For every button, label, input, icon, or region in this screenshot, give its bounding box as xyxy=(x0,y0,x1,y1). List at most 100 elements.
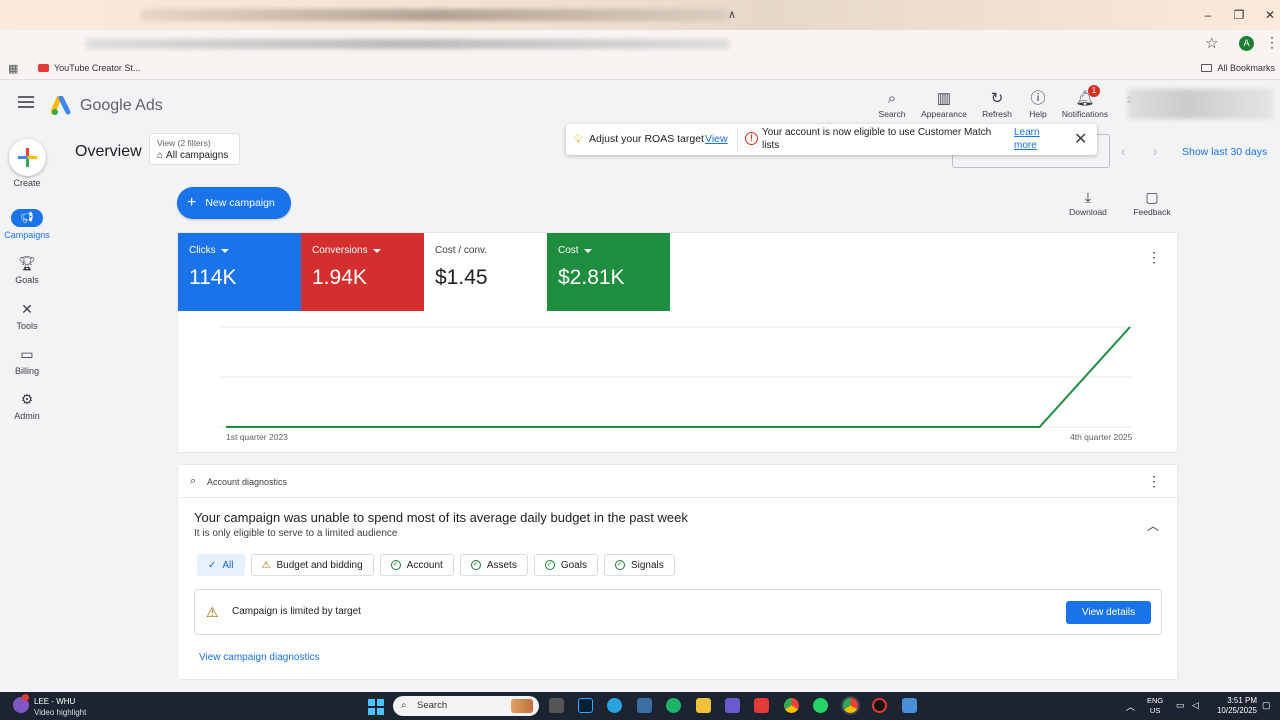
region-code: US xyxy=(1149,706,1161,715)
campaigns-icon[interactable]: 📢︎ xyxy=(11,209,43,227)
close-window-button[interactable]: ✕ xyxy=(1256,6,1280,24)
chevron-up-icon[interactable]: ︿ xyxy=(1147,517,1159,534)
x-tick-label-start: 1st quarter 2023 xyxy=(226,432,288,442)
chrome-active-icon[interactable] xyxy=(843,698,858,713)
metric-tile-cost[interactable]: Cost $2.81K xyxy=(547,233,670,311)
chip-assets[interactable]: ✓ Assets xyxy=(459,554,528,576)
goals-label[interactable]: Goals xyxy=(0,275,54,285)
tray-chevron-icon[interactable]: ︿ xyxy=(1126,700,1135,713)
url-field[interactable] xyxy=(85,39,730,49)
show-last-30-days-link[interactable]: Show last 30 days xyxy=(1182,146,1267,158)
metric-value: 1.94K xyxy=(312,266,367,289)
chart-more-icon[interactable]: ⋮ xyxy=(1147,249,1161,266)
new-campaign-button[interactable]: + New campaign xyxy=(177,187,291,219)
clock[interactable]: 3:51 PM 10/25/2025 xyxy=(1213,696,1257,716)
metric-label: Cost / conv. xyxy=(435,245,488,256)
feedback-button[interactable]: ▢ Feedback xyxy=(1130,189,1174,217)
diagnostic-filter-chips: ✓ All ⚠ Budget and bidding ✓ Account ✓ Asset… xyxy=(197,554,675,576)
billing-label[interactable]: Billing xyxy=(0,366,54,376)
appearance-button[interactable]: ▥ Appearance xyxy=(918,89,970,119)
admin-gear-icon[interactable]: ⚙ xyxy=(11,390,43,408)
store-icon[interactable] xyxy=(637,698,652,713)
browser-titlebar: ∧ – ❐ ✕ xyxy=(0,0,1280,30)
bookmark-item[interactable]: YouTube Creator St... xyxy=(38,63,140,73)
help-icon: ⓘ xyxy=(1030,90,1046,107)
chip-signals[interactable]: ✓ Signals xyxy=(603,554,675,576)
network-icon[interactable]: ▭ xyxy=(1176,700,1185,711)
metric-tile-cost-per-conv[interactable]: Cost / conv. $1.45 xyxy=(424,233,547,311)
download-label: Download xyxy=(1069,207,1107,217)
chip-budget-and-bidding[interactable]: ⚠ Budget and bidding xyxy=(250,554,374,576)
help-label: Help xyxy=(1029,109,1047,119)
chip-account[interactable]: ✓ Account xyxy=(379,554,454,576)
tab-audio-icon: ∧ xyxy=(728,9,737,21)
diagnostics-more-icon[interactable]: ⋮ xyxy=(1147,473,1161,490)
filter-count: View (2 filters) xyxy=(157,138,211,148)
create-label: Create xyxy=(13,178,41,188)
browser-menu-icon[interactable]: ⋮ xyxy=(1265,34,1279,51)
menu-icon[interactable] xyxy=(18,96,34,111)
language-indicator[interactable]: ENG US xyxy=(1147,696,1163,716)
plus-icon: + xyxy=(187,194,197,211)
admin-label[interactable]: Admin xyxy=(0,411,54,421)
prev-period-icon[interactable]: ‹ xyxy=(1121,143,1126,159)
bookmark-star-icon[interactable]: ☆ xyxy=(1205,34,1218,52)
search-label: Search xyxy=(878,109,906,119)
widget-subtitle[interactable]: Video highlight xyxy=(34,708,86,717)
close-icon[interactable]: ✕ xyxy=(1074,129,1087,149)
account-switcher[interactable] xyxy=(1128,89,1274,119)
chip-label: Assets xyxy=(486,559,517,571)
x-tick-label-end: 4th quarter 2025 xyxy=(1070,432,1133,442)
diagnostics-header: ⌕ Account diagnostics ⋮ xyxy=(178,465,1177,498)
search-button[interactable]: ⌕ Search xyxy=(877,89,907,119)
download-button[interactable]: ⤓ Download xyxy=(1066,189,1110,217)
metric-tile-clicks[interactable]: Clicks 114K xyxy=(178,233,301,311)
view-link[interactable]: View xyxy=(705,133,728,145)
view-filter-chip[interactable]: View (2 filters) ⌂ All campaigns xyxy=(149,133,240,165)
all-bookmarks-button[interactable]: All Bookmarks xyxy=(1201,63,1275,73)
clock-date: 10/25/2025 xyxy=(1216,706,1257,715)
help-button[interactable]: ⓘ Help xyxy=(1026,89,1050,119)
profile-avatar[interactable]: A xyxy=(1239,36,1254,51)
copilot-icon[interactable] xyxy=(725,698,740,713)
photoshop-icon[interactable] xyxy=(578,698,593,713)
telegram-icon[interactable] xyxy=(607,698,622,713)
metric-tile-conversions[interactable]: Conversions 1.94K xyxy=(301,233,424,311)
minimize-button[interactable]: – xyxy=(1194,6,1222,24)
notifications-button[interactable]: 🔔︎ 1 Notifications xyxy=(1058,85,1112,119)
whatsapp-icon[interactable] xyxy=(813,698,828,713)
chrome-icon[interactable] xyxy=(784,698,799,713)
volume-icon[interactable]: ◁ xyxy=(1192,700,1199,711)
file-explorer-icon[interactable] xyxy=(696,698,711,713)
tools-label[interactable]: Tools xyxy=(0,321,54,331)
chip-all[interactable]: ✓ All xyxy=(197,554,245,576)
learn-more-link[interactable]: Learn more xyxy=(1014,126,1054,152)
campaigns-label[interactable]: Campaigns xyxy=(0,230,54,240)
apps-grid-icon[interactable]: ▦ xyxy=(8,62,18,75)
restore-button[interactable]: ❐ xyxy=(1225,6,1253,24)
limited-text: Campaign is limited by target xyxy=(232,606,361,617)
recorder-icon[interactable] xyxy=(872,698,887,713)
taskbar-search[interactable]: ⌕ Search xyxy=(393,696,539,716)
feedback-icon: ▢ xyxy=(1145,189,1159,205)
goals-trophy-icon[interactable]: 🏆︎ xyxy=(11,254,43,272)
edge-icon[interactable] xyxy=(666,698,681,713)
tools-icon[interactable]: ✕ xyxy=(11,300,43,318)
notification-center-icon[interactable]: ▢ xyxy=(1262,700,1271,711)
chip-goals[interactable]: ✓ Goals xyxy=(533,554,598,576)
refresh-button[interactable]: ↻ Refresh xyxy=(979,89,1015,119)
browser-tab[interactable] xyxy=(140,9,730,21)
next-period-icon[interactable]: › xyxy=(1153,143,1158,159)
bookmarks-bar: ▦ YouTube Creator St... All Bookmarks xyxy=(0,58,1280,80)
windows-start-icon[interactable] xyxy=(368,699,384,715)
checkmark-icon: ✓ xyxy=(208,559,217,571)
create-button[interactable] xyxy=(9,139,46,176)
task-view-icon[interactable] xyxy=(549,698,564,713)
building-icon: ⌂ xyxy=(157,150,164,161)
widget-title[interactable]: LEE - WHU xyxy=(34,697,75,706)
youtube-app-icon[interactable] xyxy=(754,698,769,713)
billing-card-icon[interactable]: ▭ xyxy=(11,345,43,363)
notepad-icon[interactable] xyxy=(902,698,917,713)
view-details-button[interactable]: View details xyxy=(1066,601,1151,624)
view-campaign-diagnostics-link[interactable]: View campaign diagnostics xyxy=(199,652,319,663)
